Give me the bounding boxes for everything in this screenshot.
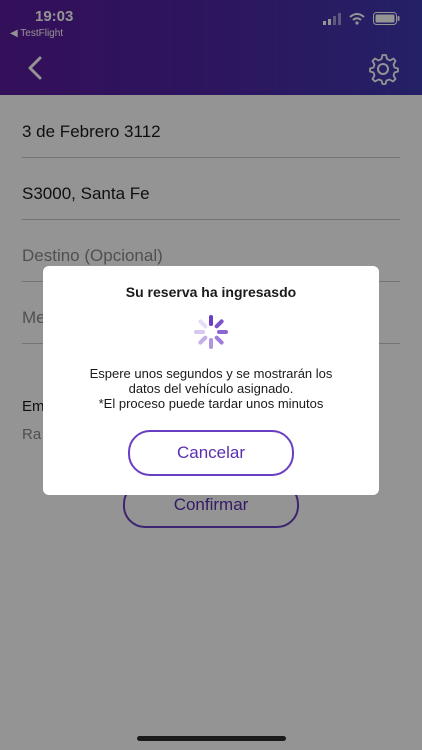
- modal-message-line: datos del vehículo asignado.: [128, 381, 294, 396]
- modal-message: Espere unos segundos y se mostrarán los …: [57, 366, 365, 411]
- reservation-modal: Su reserva ha ingresasdo Espere unos seg…: [43, 266, 379, 495]
- modal-message-line: Espere unos segundos y se mostrarán los: [89, 366, 333, 381]
- loading-spinner-icon: [194, 315, 228, 349]
- cancel-button[interactable]: Cancelar: [128, 430, 294, 476]
- screen: 19:03 ◀ TestFlight 3 de Febrero 3112 S30…: [0, 0, 422, 750]
- home-indicator: [137, 736, 286, 741]
- modal-title: Su reserva ha ingresasdo: [125, 284, 297, 300]
- modal-message-line: *El proceso puede tardar unos minutos: [98, 396, 324, 411]
